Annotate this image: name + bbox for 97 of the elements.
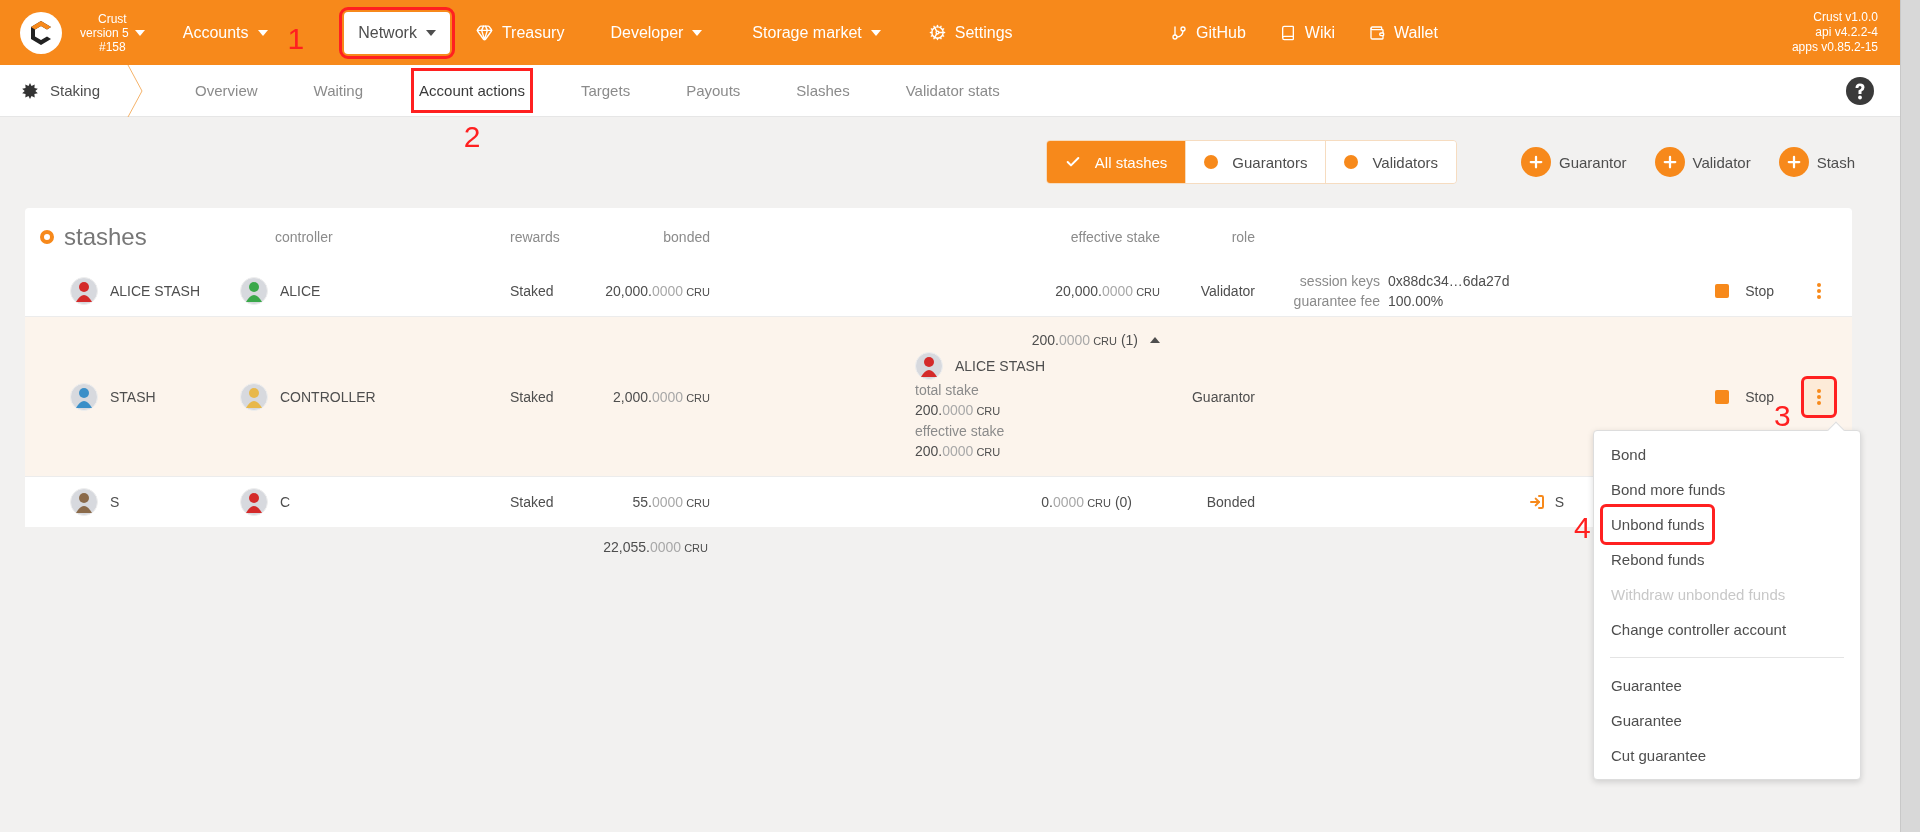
effective-stake: 20,000.0000 CRU bbox=[1055, 282, 1160, 299]
staking-icon bbox=[22, 82, 38, 99]
plus-icon bbox=[1521, 147, 1551, 177]
stash-name: ALICE STASH bbox=[110, 282, 200, 299]
settings-icon bbox=[928, 24, 946, 41]
ring-icon bbox=[40, 229, 54, 244]
filter-button[interactable]: Guarantors bbox=[1185, 141, 1326, 183]
gem-icon bbox=[475, 24, 493, 41]
plus-icon bbox=[1654, 147, 1685, 177]
menu-item[interactable]: Bond bbox=[1603, 437, 1655, 472]
tab[interactable]: Overview bbox=[191, 72, 262, 109]
help-icon[interactable] bbox=[1846, 76, 1874, 105]
caret-icon bbox=[134, 29, 145, 36]
rewards-text: Staked bbox=[509, 282, 554, 299]
column-header: controller bbox=[274, 228, 333, 245]
bonded-amount: 2,000.0000 CRU bbox=[613, 388, 710, 405]
annotation-number: 1 bbox=[287, 23, 305, 54]
plus-icon bbox=[1778, 147, 1809, 177]
detail-label: guarantee fee bbox=[1292, 291, 1380, 311]
sign-in-icon bbox=[1528, 494, 1545, 510]
avatar bbox=[70, 382, 98, 411]
avatar bbox=[70, 488, 98, 516]
add-button[interactable]: Validator bbox=[1654, 147, 1751, 177]
filter-button[interactable]: Validators bbox=[1325, 141, 1456, 183]
role-text: Bonded bbox=[1206, 494, 1255, 510]
avatar bbox=[915, 351, 943, 380]
detail-value: 0x88dc34…6da27d bbox=[1388, 271, 1511, 291]
stop-icon bbox=[1715, 283, 1730, 298]
total-bonded: 22,055.0000 CRU bbox=[603, 539, 708, 555]
menu-item[interactable]: Cut guarantee bbox=[1603, 738, 1715, 773]
build-number: #158 bbox=[99, 39, 126, 54]
annotation-number: 3 bbox=[1774, 400, 1791, 431]
add-button[interactable]: Guarantor bbox=[1521, 147, 1627, 177]
version-text: apps v0.85.2-15 bbox=[1791, 40, 1878, 55]
menu-item[interactable]: Unbond funds bbox=[1603, 507, 1713, 542]
detail-label: session keys bbox=[1298, 271, 1380, 291]
rewards-text: Staked bbox=[509, 494, 554, 510]
stop-button[interactable]: Stop bbox=[1715, 282, 1774, 299]
menu-item[interactable]: Guarantee bbox=[1603, 668, 1690, 703]
caret-icon bbox=[425, 29, 436, 36]
section-title: Staking bbox=[50, 82, 101, 99]
controller-name: ALICE bbox=[280, 282, 321, 299]
caret-icon bbox=[692, 29, 703, 36]
branch-icon bbox=[1171, 24, 1188, 41]
more-icon bbox=[1817, 282, 1821, 299]
column-header: rewards bbox=[509, 228, 560, 245]
nominee-name: ALICE STASH bbox=[955, 356, 1045, 376]
stake-label: effective stake bbox=[915, 421, 1006, 441]
avatar bbox=[70, 276, 98, 305]
tab[interactable]: Slashes bbox=[792, 72, 854, 109]
menu-item[interactable]: Bond more funds bbox=[1603, 472, 1734, 507]
caret-icon bbox=[870, 29, 881, 36]
menu-item[interactable]: Rebond funds bbox=[1603, 542, 1713, 577]
effective-stake-amount: 200.0000 CRU bbox=[915, 441, 1002, 461]
stash-name: STASH bbox=[110, 388, 156, 405]
table-title: stashes bbox=[64, 222, 147, 251]
bonded-amount: 20,000.0000 CRU bbox=[605, 282, 710, 299]
add-button[interactable]: Stash bbox=[1778, 147, 1855, 177]
controller-name: C bbox=[280, 494, 291, 510]
bonded-amount: 55.0000 CRU bbox=[632, 494, 710, 510]
column-header: role bbox=[1231, 228, 1255, 245]
tab[interactable]: Validator stats bbox=[901, 72, 1004, 109]
set-button[interactable]: S bbox=[1528, 494, 1564, 510]
detail-value: 100.00% bbox=[1388, 291, 1445, 311]
menu-item[interactable]: Change controller account bbox=[1603, 612, 1795, 647]
stake-label: total stake bbox=[915, 380, 980, 400]
version-text: api v4.2.2-4 bbox=[1815, 25, 1878, 40]
wallet-icon bbox=[1369, 24, 1386, 41]
stash-name: S bbox=[110, 494, 120, 510]
rewards-text: Staked bbox=[509, 388, 554, 405]
controller-name: CONTROLLER bbox=[280, 388, 376, 405]
annotation-number: 4 bbox=[1574, 513, 1591, 543]
tab[interactable]: Payouts bbox=[682, 72, 745, 109]
annotation-number: 2 bbox=[463, 122, 481, 152]
book-icon bbox=[1279, 24, 1296, 41]
version-text: Crust v1.0.0 bbox=[1813, 10, 1878, 25]
avatar bbox=[240, 488, 268, 516]
stop-button[interactable]: Stop bbox=[1715, 388, 1774, 405]
logo-icon bbox=[20, 11, 62, 54]
caret-icon bbox=[257, 29, 268, 36]
dot-icon bbox=[1204, 155, 1219, 169]
more-icon bbox=[1817, 388, 1821, 405]
total-stake-amount: 200.0000 CRU bbox=[915, 400, 1002, 420]
caret-icon[interactable] bbox=[1150, 336, 1160, 343]
avatar bbox=[240, 382, 268, 411]
column-header: effective stake bbox=[1070, 228, 1160, 245]
app-name: Crust bbox=[98, 11, 127, 26]
tab[interactable]: Waiting bbox=[309, 72, 368, 109]
column-header: bonded bbox=[663, 228, 710, 245]
dot-icon bbox=[1344, 155, 1359, 169]
menu-item[interactable]: Guarantee bbox=[1603, 703, 1690, 738]
role-text: Guarantor bbox=[1191, 388, 1255, 405]
avatar bbox=[240, 276, 268, 305]
effective-stake: 0.0000 CRU (0) bbox=[1041, 494, 1132, 510]
role-text: Validator bbox=[1200, 282, 1255, 299]
stake-summary: 200.0000 CRU (1) bbox=[1031, 331, 1138, 348]
stop-icon bbox=[1715, 389, 1730, 404]
